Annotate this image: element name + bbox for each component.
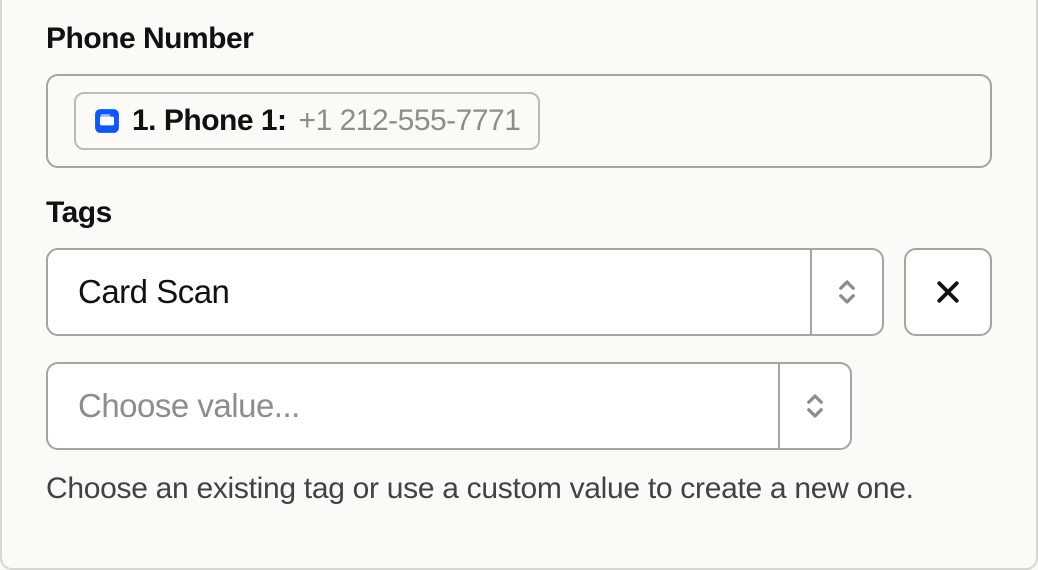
chevron-up-down-icon [800, 391, 830, 421]
chevron-up-down-icon [832, 277, 862, 307]
app-icon [94, 108, 120, 134]
phone-token-text: 1. Phone 1: [132, 104, 287, 138]
tag-selected-value: Card Scan [48, 250, 810, 334]
tag-select-toggle[interactable] [810, 250, 882, 334]
tags-hint: Choose an existing tag or use a custom v… [46, 472, 992, 506]
tags-label: Tags [46, 196, 992, 230]
phone-mapping-token[interactable]: 1. Phone 1: +1 212-555-7771 [74, 92, 540, 150]
tag-select[interactable]: Card Scan [46, 248, 884, 336]
close-icon [933, 277, 963, 307]
form-panel: Phone Number 1. Phone 1: +1 212-555-7771… [0, 0, 1038, 570]
remove-tag-button[interactable] [904, 248, 992, 336]
add-tag-placeholder: Choose value... [48, 364, 778, 448]
add-tag-select[interactable]: Choose value... [46, 362, 852, 450]
add-tag-select-toggle[interactable] [778, 364, 850, 448]
phone-token-value: +1 212-555-7771 [299, 104, 521, 138]
phone-number-label: Phone Number [46, 22, 992, 56]
phone-number-input[interactable]: 1. Phone 1: +1 212-555-7771 [46, 74, 992, 168]
